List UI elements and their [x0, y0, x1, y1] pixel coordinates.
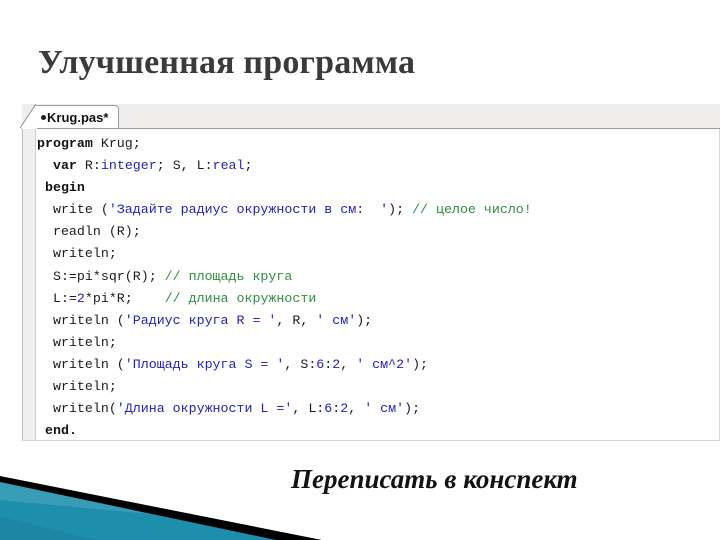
code-token-typ: real [212, 158, 245, 174]
code-token-pln: ); [404, 401, 421, 417]
code-line: var R:integer; S, L:real; [37, 155, 719, 177]
code-line: begin [37, 177, 719, 199]
code-token-pln: ); [356, 312, 373, 328]
code-token-pln: ; [244, 158, 253, 174]
code-token-kw: end [44, 423, 69, 439]
code-editor-text-area[interactable]: program Krug; var R:integer; S, L:real; … [22, 129, 720, 441]
code-token-pln: writeln( [37, 401, 117, 417]
code-token-kw: var [52, 158, 77, 174]
code-token-cmt: // площадь круга [164, 268, 293, 284]
code-token-pln: writeln; [37, 246, 117, 262]
code-line: writeln ('Радиус круга R = ', R, ' см'); [37, 310, 719, 332]
decor-teal-dark-shape [0, 516, 96, 540]
decor-teal-highlight [0, 482, 150, 514]
code-token-str: ' см' [364, 401, 405, 417]
code-line: writeln('Длина окружности L =', L:6:2, '… [37, 398, 719, 420]
code-token-pln: Krug; [92, 136, 141, 151]
code-token-kw: . [68, 423, 77, 439]
tab-krug-pas[interactable]: Krug.pas* [34, 105, 120, 128]
code-token-str: 'Длина окружности L =' [116, 401, 293, 417]
code-token-str: 'Задайте радиус окружности в см: ' [108, 202, 389, 218]
code-token-pln: *pi*R; [84, 290, 165, 306]
code-token-pln: ; S, L: [156, 158, 213, 174]
code-token-pln: , [340, 356, 357, 372]
code-token-pln: , S: [284, 356, 317, 372]
code-token-pln: writeln ( [37, 356, 125, 372]
code-token-pln: writeln; [37, 379, 117, 395]
code-token-str: 'Радиус круга R = ' [124, 312, 277, 328]
code-line: L:=2*pi*R; // длина окружности [37, 288, 719, 310]
code-token-pln: ); [412, 356, 429, 372]
code-line: readln (R); [37, 221, 719, 243]
code-token-num: 2 [76, 290, 85, 306]
code-token-kw: begin [44, 180, 85, 196]
code-line: write ('Задайте радиус окружности в см: … [37, 199, 719, 221]
code-line: writeln; [37, 243, 719, 265]
code-token-pln: , [348, 401, 365, 417]
code-token-pln [37, 158, 53, 173]
code-token-cmt: // длина окружности [164, 290, 317, 306]
page-title: Улучшенная программа [38, 44, 416, 81]
code-token-cmt: // целое число! [412, 202, 532, 218]
code-token-pln: ); [388, 202, 413, 218]
code-token-str: ' см' [316, 312, 357, 328]
instruction-caption: Переписать в конспект [291, 464, 578, 494]
code-token-pln: R: [76, 158, 101, 174]
code-token-str: ' см^2' [356, 356, 413, 372]
code-token-pln: write ( [37, 202, 109, 218]
code-token-pln [37, 423, 45, 438]
code-token-pln [37, 180, 45, 195]
code-line: S:=pi*sqr(R); // площадь круга [37, 266, 719, 288]
code-token-pln: , R, [276, 312, 317, 328]
decor-black-stripe [0, 476, 322, 540]
code-token-str: 'Площадь круга S = ' [124, 356, 285, 372]
code-token-kw: program [37, 136, 93, 151]
tab-label: Krug.pas* [47, 109, 109, 125]
code-line: program Krug; [37, 133, 719, 155]
modified-indicator-icon [41, 114, 46, 120]
code-token-pln: writeln ( [37, 312, 125, 328]
editor-tab-bar: Krug.pas* [20, 104, 720, 129]
code-token-typ: integer [100, 158, 157, 174]
code-line: writeln; [37, 376, 719, 398]
code-token-pln: readln (R); [37, 224, 141, 240]
code-content: program Krug; var R:integer; S, L:real; … [37, 133, 719, 440]
code-editor-window: Krug.pas* program Krug; var R:integer; S… [14, 104, 720, 441]
code-line: writeln ('Площадь круга S = ', S:6:2, ' … [37, 354, 719, 376]
code-token-pln: S:=pi*sqr(R); [37, 268, 165, 284]
code-token-pln: L:= [37, 290, 77, 306]
code-token-pln: , L: [292, 401, 325, 417]
code-line: writeln; [37, 332, 719, 354]
editor-gutter [23, 129, 36, 440]
code-line: end. [37, 420, 719, 440]
decor-teal-shape [0, 482, 276, 540]
code-token-pln: writeln; [37, 334, 117, 350]
